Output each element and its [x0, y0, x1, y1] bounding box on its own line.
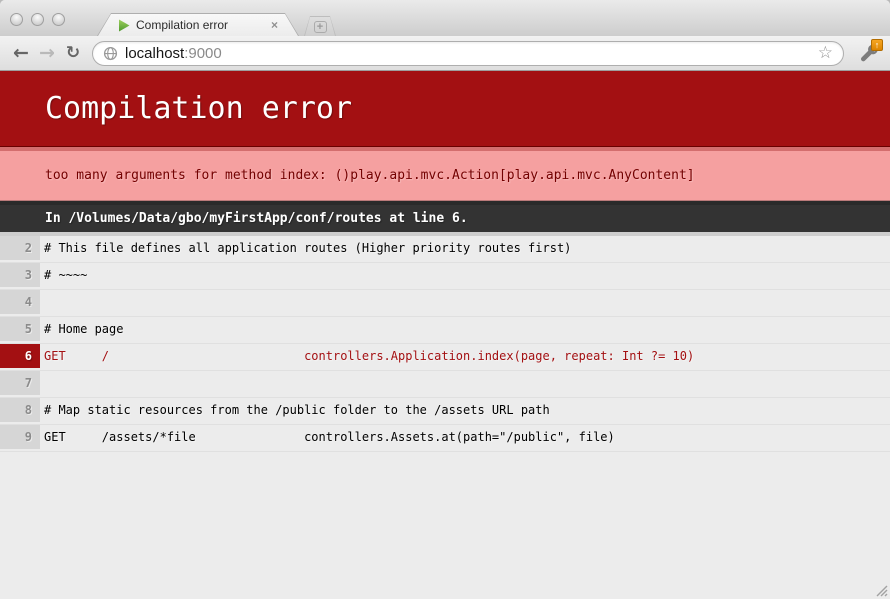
close-window-button[interactable]	[10, 13, 23, 26]
update-badge: ↑	[871, 39, 883, 51]
line-code	[40, 371, 44, 397]
play-framework-favicon-icon	[118, 19, 130, 32]
line-code: # This file defines all application rout…	[40, 236, 571, 262]
minimize-window-button[interactable]	[31, 13, 44, 26]
source-line-row: 6 GET / controllers.Application.index(pa…	[0, 344, 890, 371]
bookmark-star-icon[interactable]: ☆	[818, 45, 833, 62]
line-number: 4	[0, 290, 40, 314]
new-tab-button[interactable]: +	[304, 16, 336, 36]
source-line-row: 9 GET /assets/*file controllers.Assets.a…	[0, 425, 890, 452]
plus-icon: +	[314, 21, 327, 33]
url-text[interactable]: localhost:9000	[125, 45, 818, 62]
tab-strip: Compilation error × +	[0, 0, 890, 36]
line-code: # Map static resources from the /public …	[40, 398, 550, 424]
line-number: 7	[0, 371, 40, 395]
window-controls	[10, 13, 65, 26]
source-line-row: 3 # ~~~~	[0, 263, 890, 290]
back-button[interactable]: ←	[8, 40, 34, 66]
line-number: 2	[0, 236, 40, 260]
tab-title: Compilation error	[136, 18, 265, 32]
address-bar[interactable]: localhost:9000 ☆	[92, 41, 844, 66]
resize-grip[interactable]	[873, 582, 888, 597]
line-code: GET / controllers.Application.index(page…	[40, 344, 694, 370]
line-number: 3	[0, 263, 40, 287]
line-number: 5	[0, 317, 40, 341]
url-host: localhost	[125, 45, 184, 62]
source-listing: 2 # This file defines all application ro…	[0, 232, 890, 452]
tab-close-icon[interactable]: ×	[271, 19, 278, 31]
browser-toolbar: ← → ↻ localhost:9000 ☆ ↑	[0, 36, 890, 71]
source-line-row: 4	[0, 290, 890, 317]
line-number: 8	[0, 398, 40, 422]
page-content: Compilation error too many arguments for…	[0, 71, 890, 599]
line-number: 9	[0, 425, 40, 449]
line-code: GET /assets/*file controllers.Assets.at(…	[40, 425, 615, 451]
url-port: :9000	[184, 45, 222, 62]
wrench-menu-button[interactable]: ↑	[854, 40, 882, 66]
error-detail: too many arguments for method index: ()p…	[0, 147, 890, 201]
source-line-row: 7	[0, 371, 890, 398]
source-line-row: 2 # This file defines all application ro…	[0, 236, 890, 263]
forward-button[interactable]: →	[34, 40, 60, 66]
line-number: 6	[0, 344, 40, 368]
line-code	[40, 290, 44, 316]
line-code: # Home page	[40, 317, 123, 343]
tab-compilation-error[interactable]: Compilation error ×	[97, 13, 299, 36]
browser-window: Compilation error × + ← → ↻ localhost:90…	[0, 0, 890, 599]
page-title: Compilation error	[0, 71, 890, 147]
source-line-row: 8 # Map static resources from the /publi…	[0, 398, 890, 425]
line-code: # ~~~~	[40, 263, 87, 289]
reload-button[interactable]: ↻	[60, 40, 86, 66]
globe-icon	[103, 46, 118, 61]
zoom-window-button[interactable]	[52, 13, 65, 26]
source-line-row: 5 # Home page	[0, 317, 890, 344]
error-location: In /Volumes/Data/gbo/myFirstApp/conf/rou…	[0, 201, 890, 232]
